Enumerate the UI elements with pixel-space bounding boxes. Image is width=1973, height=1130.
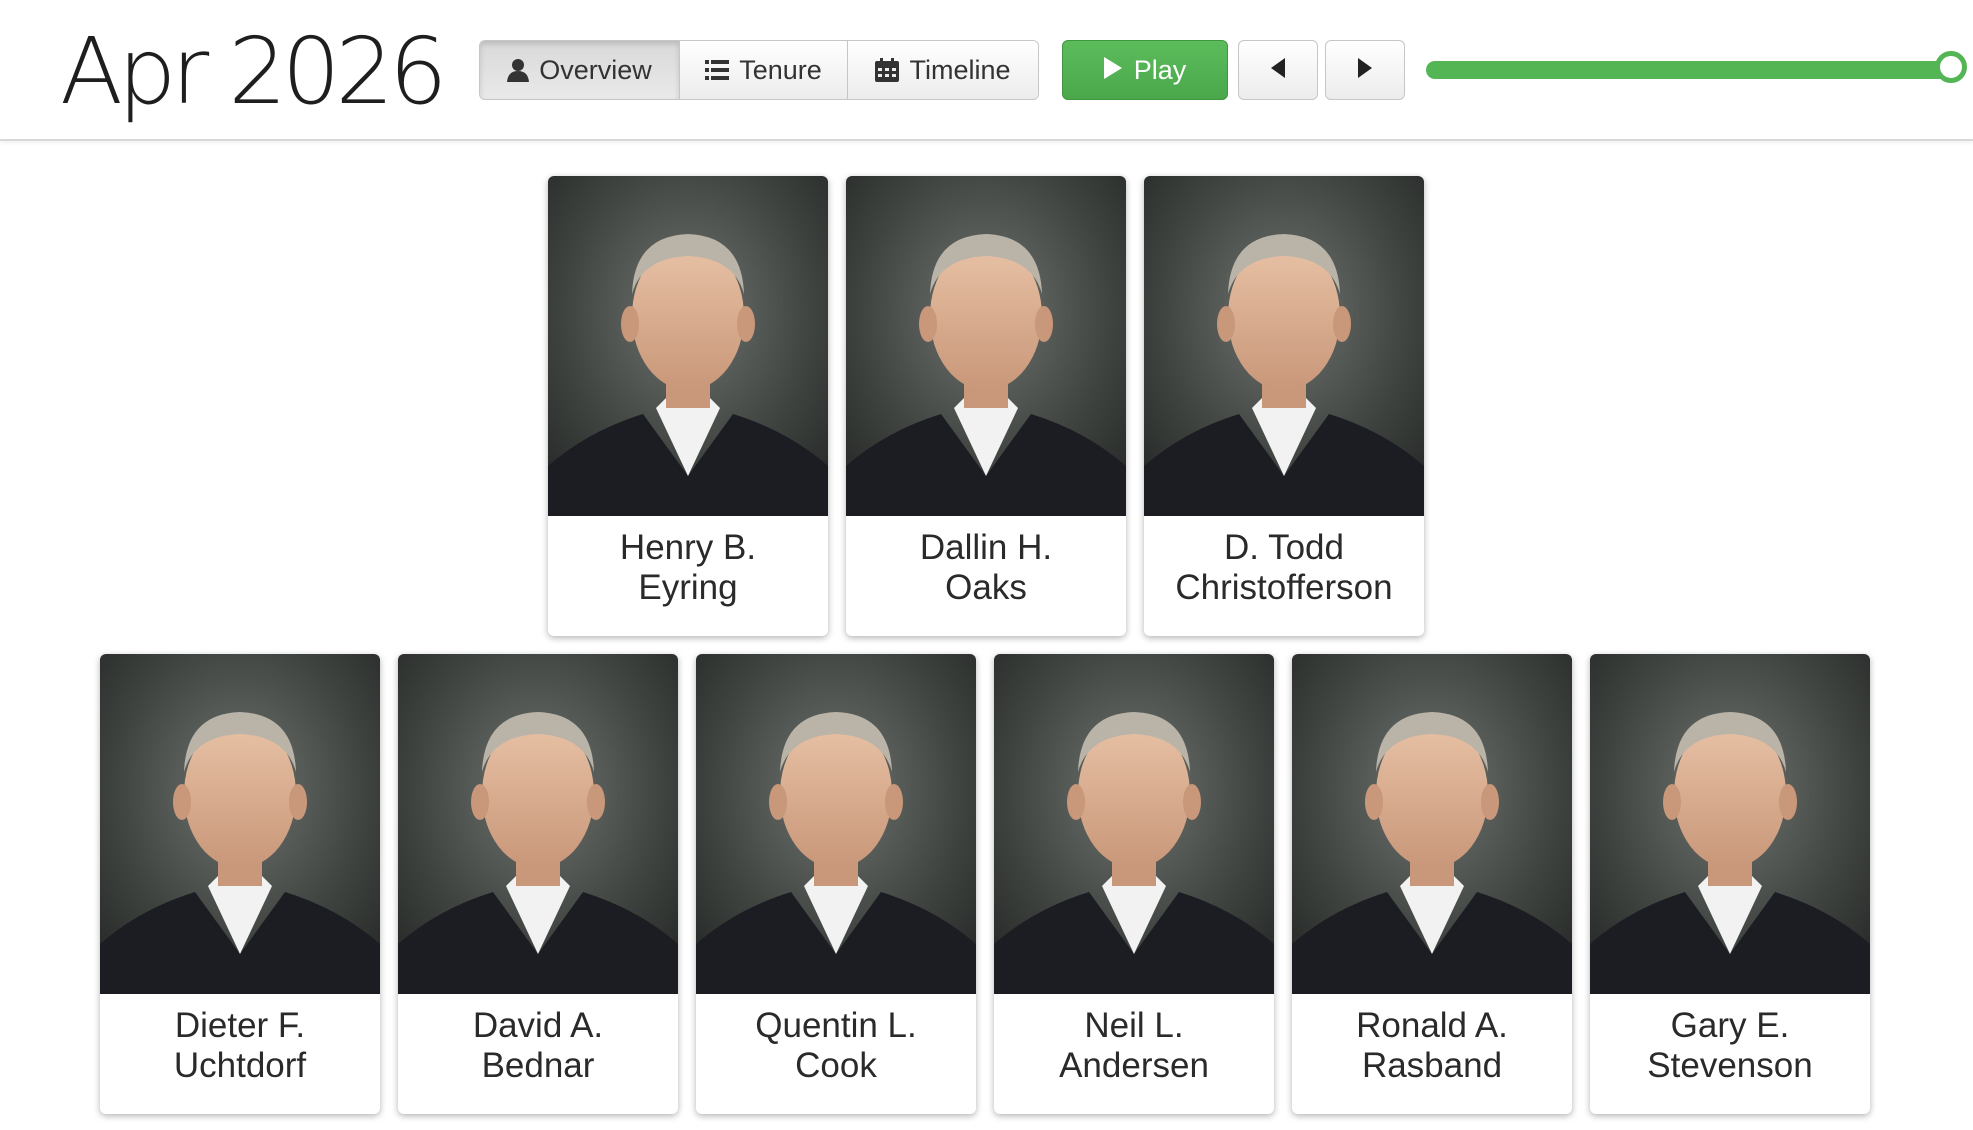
previous-button[interactable]	[1238, 40, 1318, 100]
portrait-photo	[1590, 654, 1870, 994]
leader-name: D. Todd Christofferson	[1175, 528, 1393, 607]
leader-card-uchtdorf[interactable]: Dieter F. Uchtdorf	[100, 654, 380, 1114]
caret-right-icon	[1358, 57, 1372, 83]
tab-tenure[interactable]: Tenure	[680, 41, 848, 99]
leader-card-eyring[interactable]: Henry B. Eyring	[548, 176, 828, 636]
current-date-title: Apr 2026	[60, 18, 448, 125]
play-icon	[1103, 55, 1122, 86]
portrait-photo	[548, 176, 828, 516]
leader-card-rasband[interactable]: Ronald A. Rasband	[1292, 654, 1572, 1114]
next-button[interactable]	[1325, 40, 1405, 100]
timeline-slider-handle[interactable]	[1935, 51, 1967, 83]
calendar-icon	[875, 58, 900, 82]
timeline-slider-track[interactable]	[1426, 61, 1952, 79]
play-button[interactable]: Play	[1062, 40, 1228, 100]
user-icon	[507, 58, 530, 82]
view-toggle-group: Overview Tenure Timeline	[479, 40, 1039, 100]
leader-name: David A. Bednar	[472, 1006, 604, 1085]
tab-timeline-label: Timeline	[909, 54, 1011, 85]
portrait-photo	[1292, 654, 1572, 994]
portrait-photo	[846, 176, 1126, 516]
tab-overview[interactable]: Overview	[480, 41, 680, 99]
leader-card-andersen[interactable]: Neil L. Andersen	[994, 654, 1274, 1114]
caret-left-icon	[1271, 57, 1285, 83]
portrait-photo	[100, 654, 380, 994]
portrait-photo	[994, 654, 1274, 994]
leader-name: Ronald A. Rasband	[1356, 1006, 1508, 1085]
leader-card-bednar[interactable]: David A. Bednar	[398, 654, 678, 1114]
leader-name: Henry B. Eyring	[619, 528, 757, 607]
leader-card-oaks[interactable]: Dallin H. Oaks	[846, 176, 1126, 636]
play-button-label: Play	[1133, 54, 1187, 85]
leader-name: Dieter F. Uchtdorf	[173, 1006, 307, 1085]
top-bar: Apr 2026 Overview Tenure Timeline Play	[0, 0, 1973, 141]
leader-card-christofferson[interactable]: D. Todd Christofferson	[1144, 176, 1424, 636]
portrait-photo	[398, 654, 678, 994]
portrait-photo	[1144, 176, 1424, 516]
leader-name: Gary E. Stevenson	[1647, 1006, 1813, 1085]
portrait-photo	[696, 654, 976, 994]
leader-card-stevenson[interactable]: Gary E. Stevenson	[1590, 654, 1870, 1114]
list-icon	[705, 59, 730, 81]
tab-tenure-label: Tenure	[739, 54, 822, 85]
tab-timeline[interactable]: Timeline	[848, 41, 1038, 99]
leader-card-cook[interactable]: Quentin L. Cook	[696, 654, 976, 1114]
leader-name: Neil L. Andersen	[1059, 1006, 1209, 1085]
leader-name: Quentin L. Cook	[755, 1006, 917, 1085]
tab-overview-label: Overview	[539, 54, 652, 85]
leader-name: Dallin H. Oaks	[919, 528, 1053, 607]
